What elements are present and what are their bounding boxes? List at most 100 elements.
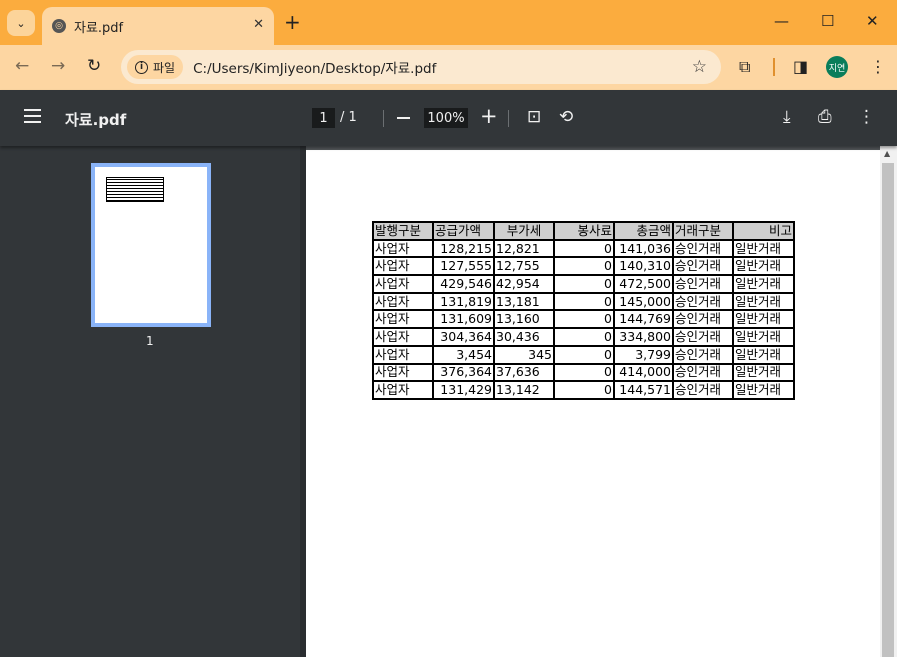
page-number-input[interactable]: 1 [312,108,335,128]
download-icon[interactable]: ⤓ [783,107,791,127]
maximize-button[interactable]: ☐ [821,12,834,30]
print-icon[interactable]: ⎙ [818,107,832,127]
table-cell: 376,364 [432,362,495,383]
column-header: 발행구분 [372,221,434,241]
data-table: 발행구분 공급가액 부가세 봉사료 총금액 거래구분 비고 사업자 128,215… [372,221,795,400]
table-row: 사업자 127,555 12,755 0 140,310 승인거래 일반거래 [372,256,795,277]
table-cell: 37,636 [493,362,555,383]
table-cell: 131,819 [432,291,495,312]
table-cell: 0 [553,238,615,259]
table-cell: 414,000 [613,362,674,383]
forward-button[interactable]: → [51,56,65,76]
page-thumbnail[interactable] [91,163,211,327]
table-cell: 42,954 [493,274,555,294]
table-cell: 304,364 [432,327,495,347]
table-cell: 승인거래 [672,380,734,400]
zoom-level-input[interactable]: 100% [424,108,468,128]
minimize-button[interactable]: — [774,12,789,30]
table-cell: 0 [553,291,615,312]
side-panel-icon[interactable]: ◨ [793,57,808,76]
tab-active[interactable]: ◎ 자료.pdf ✕ [42,7,274,45]
table-cell: 128,215 [432,238,495,259]
table-cell: 131,429 [432,380,495,400]
extensions-icon[interactable]: ⧉ [739,57,750,77]
table-cell: 30,436 [493,327,555,347]
title-bar: ⌄ ◎ 자료.pdf ✕ + — ☐ ✕ [0,0,897,45]
table-cell: 사업자 [372,362,434,383]
column-header: 비고 [732,221,795,241]
toolbar-separator [508,110,509,127]
close-tab-icon[interactable]: ✕ [253,17,264,32]
table-cell: 승인거래 [672,362,734,383]
table-cell: 144,571 [613,380,674,400]
table-cell: 12,821 [493,238,555,259]
table-cell: 3,799 [613,344,674,365]
vertical-scrollbar[interactable]: ▲ [880,146,897,657]
table-cell: 승인거래 [672,309,734,330]
url-text: C:/Users/KimJiyeon/Desktop/자료.pdf [193,61,437,77]
new-tab-button[interactable]: + [284,12,301,32]
table-cell: 429,546 [432,274,495,294]
browser-menu-icon[interactable]: ⋮ [870,57,886,76]
table-cell: 승인거래 [672,344,734,365]
pdf-more-icon[interactable]: ⋮ [858,107,875,127]
bookmark-star-icon[interactable]: ☆ [692,57,707,77]
pdf-filename: 자료.pdf [65,111,127,129]
table-cell: 승인거래 [672,238,734,259]
scroll-up-icon[interactable]: ▲ [884,149,890,158]
zoom-in-button[interactable]: + [480,104,498,128]
table-row: 사업자 429,546 42,954 0 472,500 승인거래 일반거래 [372,274,795,294]
table-cell: 승인거래 [672,291,734,312]
table-cell: 13,142 [493,380,555,400]
table-cell: 일반거래 [732,238,795,259]
toolbar-separator [383,110,384,127]
table-cell: 일반거래 [732,309,795,330]
back-button[interactable]: ← [15,56,29,76]
table-cell: 0 [553,256,615,277]
thumbnail-table-preview [106,177,164,202]
table-row: 사업자 128,215 12,821 0 141,036 승인거래 일반거래 [372,238,795,259]
table-row: 사업자 376,364 37,636 0 414,000 승인거래 일반거래 [372,362,795,383]
table-cell: 사업자 [372,256,434,277]
pdf-toolbar: 자료.pdf 1 / 1 100% + ⊡ ⟲ ⤓ ⎙ ⋮ [0,90,897,146]
reload-button[interactable]: ↻ [87,56,101,76]
table-cell: 141,036 [613,238,674,259]
table-cell: 145,000 [613,291,674,312]
table-cell: 일반거래 [732,380,795,400]
profile-avatar[interactable]: 지연 [826,56,848,78]
table-cell: 사업자 [372,238,434,259]
address-bar[interactable]: i 파일 C:/Users/KimJiyeon/Desktop/자료.pdf ☆ [121,50,721,84]
table-cell: 3,454 [432,344,495,365]
tab-search-button[interactable]: ⌄ [7,10,35,36]
table-cell: 140,310 [613,256,674,277]
fit-page-icon[interactable]: ⊡ [527,107,541,127]
table-cell: 사업자 [372,327,434,347]
table-cell: 0 [553,362,615,383]
rotate-icon[interactable]: ⟲ [559,107,573,127]
tab-title: 자료.pdf [74,20,124,36]
pdf-viewer: 발행구분 공급가액 부가세 봉사료 총금액 거래구분 비고 사업자 128,215… [306,146,880,657]
info-icon: i [135,60,148,74]
globe-icon: ◎ [52,19,66,33]
table-cell: 사업자 [372,380,434,400]
sidebar-menu-icon[interactable] [24,109,41,123]
column-header: 공급가액 [432,221,495,241]
table-cell: 사업자 [372,274,434,294]
column-header: 총금액 [613,221,674,241]
site-info-chip[interactable]: i 파일 [127,55,184,79]
scrollbar-thumb[interactable] [882,163,894,657]
table-cell: 127,555 [432,256,495,277]
page-total: / 1 [340,110,357,125]
table-cell: 0 [553,309,615,330]
table-cell: 0 [553,380,615,400]
table-row: 사업자 131,609 13,160 0 144,769 승인거래 일반거래 [372,309,795,330]
chevron-down-icon: ⌄ [16,16,26,30]
column-header: 봉사료 [553,221,615,241]
column-header: 부가세 [493,221,555,241]
zoom-out-button[interactable] [397,117,410,119]
table-cell: 사업자 [372,309,434,330]
table-cell: 일반거래 [732,256,795,277]
table-row: 사업자 131,429 13,142 0 144,571 승인거래 일반거래 [372,380,795,400]
close-window-button[interactable]: ✕ [866,12,879,30]
table-cell: 승인거래 [672,274,734,294]
